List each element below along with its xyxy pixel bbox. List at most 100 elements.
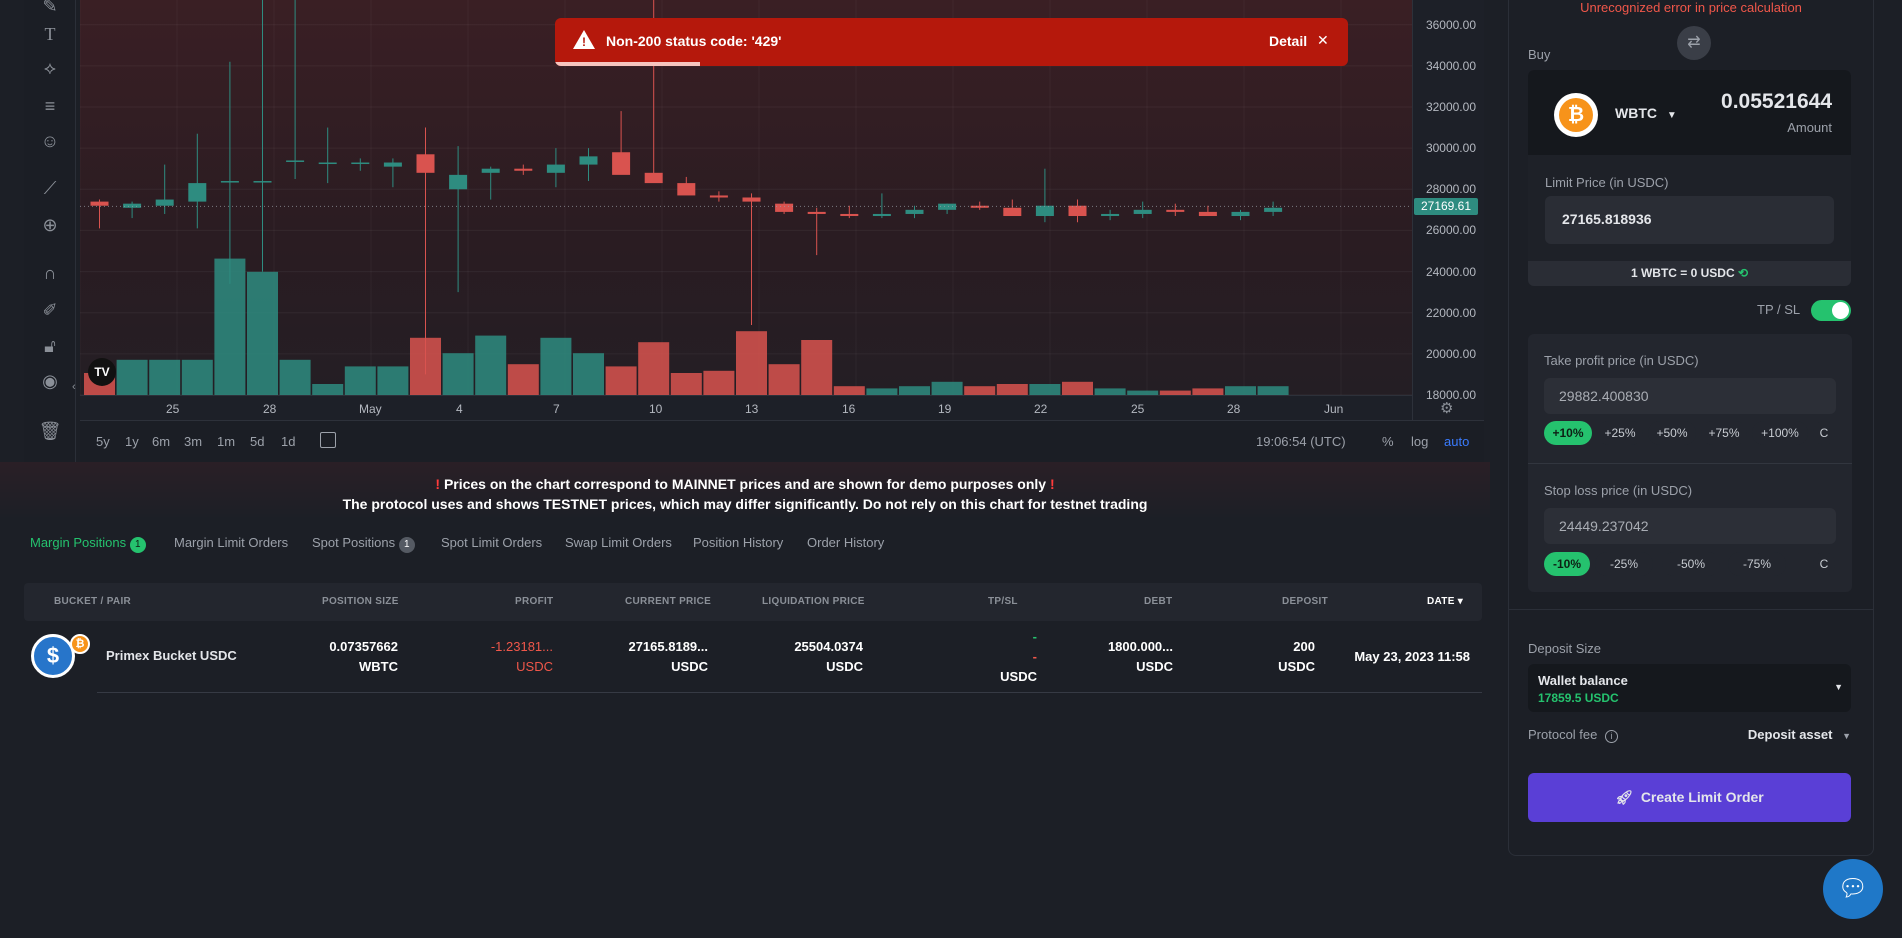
- tab-margin-limit-orders[interactable]: Margin Limit Orders: [174, 535, 288, 550]
- tab-swap-limit-orders[interactable]: Swap Limit Orders: [565, 535, 672, 550]
- col-position-size[interactable]: POSITION SIZE: [322, 596, 399, 607]
- volume-bar: [377, 366, 409, 395]
- log-scale-button[interactable]: log: [1411, 434, 1428, 449]
- emoji-icon[interactable]: ☺: [38, 129, 62, 153]
- deposit-select[interactable]: Wallet balance 17859.5 USDC ▼: [1528, 664, 1851, 712]
- current-price: 27165.8189... USDC: [628, 639, 708, 674]
- tp-chip[interactable]: +75%: [1701, 421, 1747, 445]
- eye-icon[interactable]: ◉: [38, 369, 62, 393]
- count-badge: 1: [129, 537, 146, 553]
- tp-clear-chip[interactable]: C: [1813, 421, 1835, 445]
- col-bucket[interactable]: BUCKET / PAIR: [54, 596, 131, 607]
- deposit-size-label: Deposit Size: [1528, 641, 1601, 656]
- fib-tool-icon[interactable]: ≡: [38, 94, 62, 118]
- col-current-price[interactable]: CURRENT PRICE: [625, 596, 711, 607]
- volume-bar: [996, 384, 1028, 395]
- lock-drawing-icon[interactable]: ✐: [38, 298, 62, 322]
- time-axis[interactable]: 25 28 May 4 7 10 13 16 19 22 25 28 Jun: [80, 395, 1412, 420]
- table-row[interactable]: $ ₿ Primex Bucket USDC 0.07357662 WBTC -1…: [24, 621, 1482, 693]
- range-button-5d[interactable]: 5d: [250, 434, 264, 449]
- brush-icon[interactable]: ✎: [38, 0, 62, 18]
- volume-bar: [116, 359, 148, 395]
- range-button-1d[interactable]: 1d: [281, 434, 295, 449]
- range-button-1y[interactable]: 1y: [125, 434, 139, 449]
- tpsl-toggle[interactable]: [1811, 300, 1851, 321]
- take-profit-input[interactable]: 29882.400830: [1544, 378, 1836, 414]
- limit-price-input[interactable]: 27165.818936: [1545, 196, 1834, 244]
- volume-bar: [312, 384, 344, 395]
- candle-body: [416, 154, 435, 173]
- ruler-icon[interactable]: ⟋: [38, 176, 62, 200]
- positions-table-header: BUCKET / PAIR POSITION SIZE PROFIT CURRE…: [24, 583, 1482, 621]
- zoom-in-icon[interactable]: ⊕: [38, 213, 62, 237]
- candle-body: [677, 183, 696, 196]
- lock-icon[interactable]: 🔓︎: [38, 334, 62, 358]
- col-profit[interactable]: PROFIT: [515, 596, 553, 607]
- stop-loss-input[interactable]: 24449.237042: [1544, 508, 1836, 544]
- col-debt[interactable]: DEBT: [1144, 596, 1172, 607]
- volume-bar: [247, 271, 278, 395]
- range-button-6m[interactable]: 6m: [152, 434, 170, 449]
- sl-label: Stop loss price (in USDC): [1544, 483, 1693, 498]
- candle-body: [155, 199, 174, 206]
- tp-chip[interactable]: +50%: [1648, 421, 1696, 445]
- settings-gear-icon[interactable]: ⚙: [1440, 399, 1453, 417]
- tab-spot-limit-orders[interactable]: Spot Limit Orders: [441, 535, 542, 550]
- tp-chip[interactable]: +10%: [1544, 421, 1592, 445]
- text-tool-icon[interactable]: T: [38, 22, 62, 46]
- collapse-toolbar-icon[interactable]: ‹: [72, 381, 76, 393]
- sl-clear-chip[interactable]: C: [1813, 552, 1835, 576]
- time-tick: 28: [1227, 402, 1241, 416]
- percent-scale-button[interactable]: %: [1382, 434, 1394, 449]
- deposit-asset-select[interactable]: Deposit asset ▼: [1748, 727, 1851, 742]
- range-button-1m[interactable]: 1m: [217, 434, 235, 449]
- bitcoin-icon: ₿: [70, 634, 90, 654]
- tradingview-logo[interactable]: TV: [88, 358, 116, 386]
- sl-chip[interactable]: -50%: [1662, 552, 1720, 576]
- range-button-5y[interactable]: 5y: [96, 434, 110, 449]
- pattern-tool-icon[interactable]: ⟡: [38, 56, 62, 80]
- drawing-toolbar: ✎ T ⟡ ≡ ☺ ⟋ ⊕ ∩ ✐ 🔓︎ ◉ 🗑︎ ‹: [24, 0, 76, 462]
- refresh-icon: ⟲: [1737, 266, 1749, 280]
- trash-icon[interactable]: 🗑︎: [38, 419, 62, 443]
- time-tick: 25: [1131, 402, 1145, 416]
- magnet-icon[interactable]: ∩: [38, 261, 62, 285]
- sl-chip[interactable]: -75%: [1728, 552, 1786, 576]
- volume-bar: [736, 331, 767, 395]
- toast-progress: [555, 62, 700, 66]
- token-select[interactable]: WBTC ▼: [1615, 105, 1677, 121]
- exclamation-icon: !: [1049, 476, 1055, 492]
- liquidation-price: 25504.0374 USDC: [794, 639, 863, 674]
- candle-body: [612, 152, 631, 175]
- info-icon: i: [1605, 730, 1618, 743]
- tab-margin-positions[interactable]: Margin Positions 1: [30, 535, 146, 553]
- tab-order-history[interactable]: Order History: [807, 535, 884, 550]
- auto-scale-button[interactable]: auto: [1444, 434, 1469, 449]
- tab-spot-positions[interactable]: Spot Positions 1: [312, 535, 415, 553]
- date-range-icon[interactable]: [320, 432, 336, 448]
- amount-value[interactable]: 0.05521644: [1721, 90, 1832, 114]
- col-deposit[interactable]: DEPOSIT: [1282, 596, 1328, 607]
- volume-bar: [573, 353, 604, 395]
- create-limit-order-button[interactable]: 🚀︎ Create Limit Order: [1528, 773, 1851, 822]
- price-tick: 28000.00: [1425, 182, 1476, 197]
- tp-chip[interactable]: +25%: [1597, 421, 1643, 445]
- count-badge: 1: [398, 537, 415, 553]
- swap-direction-icon[interactable]: ⇄: [1677, 26, 1711, 60]
- tab-position-history[interactable]: Position History: [693, 535, 783, 550]
- candle-body: [872, 213, 891, 217]
- col-liquidation-price[interactable]: LIQUIDATION PRICE: [762, 596, 865, 607]
- sl-chip[interactable]: -25%: [1595, 552, 1653, 576]
- tp-chip[interactable]: +100%: [1752, 421, 1808, 445]
- chat-support-icon[interactable]: 💬︎: [1823, 859, 1883, 919]
- position-date: May 23, 2023 11:58: [1354, 649, 1470, 664]
- volume-bar: [1062, 381, 1093, 395]
- utc-clock[interactable]: 19:06:54 (UTC): [1256, 434, 1346, 449]
- col-date[interactable]: DATE ▾: [1427, 596, 1463, 607]
- toast-detail-link[interactable]: Detail: [1269, 33, 1307, 49]
- col-tpsl[interactable]: TP/SL: [988, 596, 1018, 607]
- volume-bar: [801, 340, 833, 395]
- sl-chip[interactable]: -10%: [1544, 552, 1590, 576]
- range-button-3m[interactable]: 3m: [184, 434, 202, 449]
- close-icon[interactable]: ✕: [1317, 32, 1329, 49]
